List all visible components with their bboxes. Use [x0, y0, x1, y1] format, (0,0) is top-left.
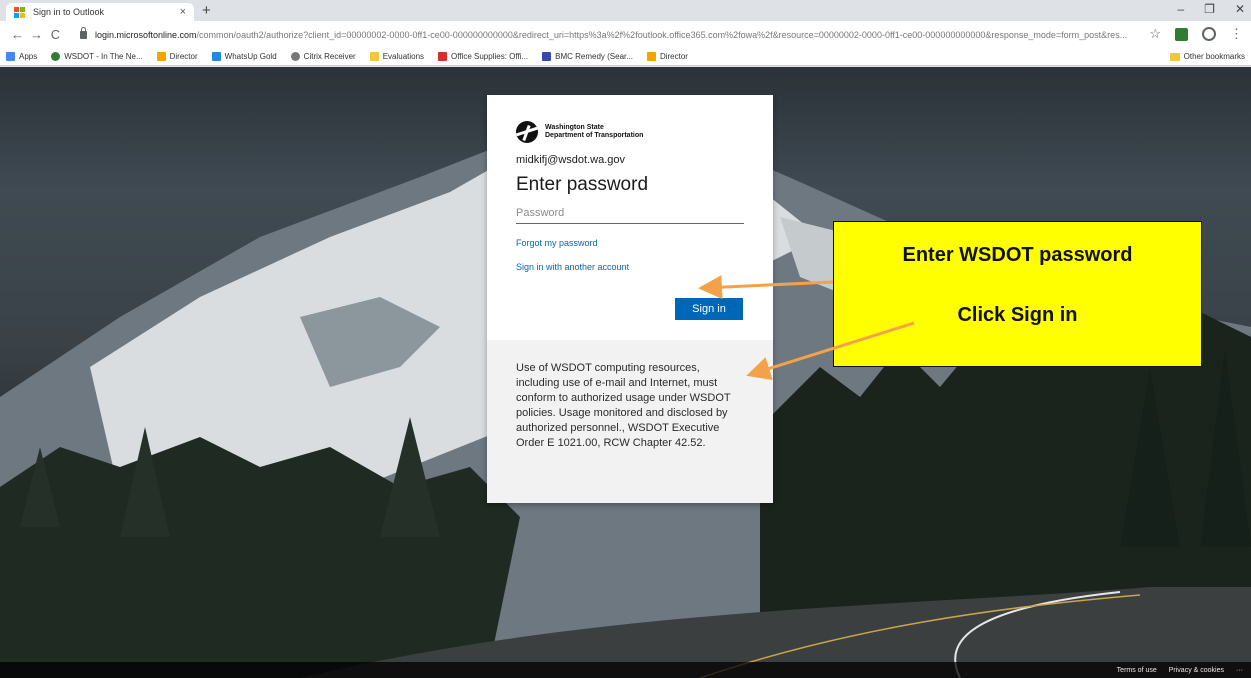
usage-notice: Use of WSDOT computing resources, includ…	[516, 362, 731, 449]
new-tab-button[interactable]: +	[202, 2, 211, 19]
citrix-icon	[290, 52, 300, 61]
browser-toolbar: ← → C login.microsoftonline.com /common/…	[0, 21, 1251, 48]
address-bar[interactable]: login.microsoftonline.com /common/oauth2…	[80, 25, 1160, 44]
user-email[interactable]: midkifj@wsdot.wa.gov	[516, 154, 744, 166]
usage-notice-panel: Use of WSDOT computing resources, includ…	[487, 340, 773, 503]
org-name-line1: Washington State	[545, 124, 604, 131]
tab-strip: Sign in to Outlook × + – ❐ ✕	[0, 0, 1251, 21]
tab-close-icon[interactable]: ×	[180, 6, 186, 18]
back-button[interactable]: ←	[8, 27, 27, 42]
reload-button[interactable]: C	[46, 27, 65, 42]
apps-grid-icon	[6, 52, 15, 61]
wsdot-logo: Washington State Department of Transport…	[516, 121, 744, 143]
menu-icon[interactable]: ⋮	[1230, 26, 1243, 42]
globe-icon	[51, 52, 61, 61]
bookmark-bmc-remedy[interactable]: BMC Remedy (Sear...	[542, 52, 633, 61]
bookmark-apps[interactable]: Apps	[6, 52, 37, 61]
directory-icon	[156, 52, 166, 61]
extension-icon[interactable]	[1175, 27, 1188, 41]
org-name: Washington State Department of Transport…	[545, 124, 643, 140]
tab-sign-in-outlook[interactable]: Sign in to Outlook ×	[6, 3, 194, 21]
tab-title: Sign in to Outlook	[33, 7, 105, 17]
forgot-password-link[interactable]: Forgot my password	[516, 238, 744, 248]
more-options-icon[interactable]: ···	[1236, 667, 1243, 674]
bmc-icon	[542, 52, 552, 61]
whatsup-icon	[211, 52, 221, 61]
privacy-cookies-link[interactable]: Privacy & cookies	[1169, 667, 1224, 674]
callout-click-sign-in: Click Sign in	[957, 304, 1078, 326]
bookmark-citrix[interactable]: Citrix Receiver	[290, 52, 356, 61]
org-name-line2: Department of Transportation	[545, 132, 644, 139]
url-path: /common/oauth2/authorize?client_id=00000…	[196, 29, 1128, 40]
microsoft-logo-icon	[14, 6, 25, 18]
wsdot-logo-icon	[516, 121, 538, 143]
bookmark-star-icon[interactable]: ☆	[1149, 26, 1161, 42]
page-title: Enter password	[516, 174, 649, 195]
bookmarks-bar: Apps WSDOT - In The Ne... Director Whats…	[0, 48, 1251, 66]
signin-card: Washington State Department of Transport…	[487, 95, 773, 503]
terms-of-use-link[interactable]: Terms of use	[1117, 667, 1157, 674]
folder-icon	[369, 52, 379, 61]
bookmark-director-2[interactable]: Director	[646, 52, 688, 61]
profile-icon[interactable]	[1202, 27, 1216, 41]
lock-icon	[80, 26, 87, 39]
sign-in-button[interactable]: Sign in	[675, 298, 743, 320]
forward-button[interactable]: →	[27, 27, 46, 42]
office-depot-icon	[438, 52, 448, 61]
other-bookmarks[interactable]: Other bookmarks	[1169, 52, 1245, 61]
signin-form: Washington State Department of Transport…	[487, 95, 773, 340]
bookmark-evaluations[interactable]: Evaluations	[369, 52, 424, 61]
password-input[interactable]	[516, 202, 744, 224]
another-account-link[interactable]: Sign in with another account	[516, 262, 744, 272]
folder-icon	[1169, 52, 1180, 61]
restore-button[interactable]: ❐	[1204, 2, 1215, 16]
url-host: login.microsoftonline.com	[95, 29, 197, 40]
bookmark-whatsup-gold[interactable]: WhatsUp Gold	[211, 52, 277, 61]
callout-enter-password: Enter WSDOT password	[902, 244, 1133, 266]
bookmark-office-supplies[interactable]: Office Supplies: Offi...	[438, 52, 528, 61]
minimize-button[interactable]: –	[1177, 2, 1184, 16]
window-controls: – ❐ ✕	[1177, 2, 1245, 16]
page-footer: Terms of use Privacy & cookies ···	[0, 662, 1251, 678]
toolbar-actions: ☆ ⋮	[1149, 26, 1243, 42]
close-window-button[interactable]: ✕	[1235, 2, 1245, 16]
instruction-callout: Enter WSDOT password Click Sign in	[833, 221, 1202, 367]
bookmark-director[interactable]: Director	[156, 52, 198, 61]
directory-icon	[646, 52, 656, 61]
bookmark-wsdot-news[interactable]: WSDOT - In The Ne...	[51, 52, 143, 61]
